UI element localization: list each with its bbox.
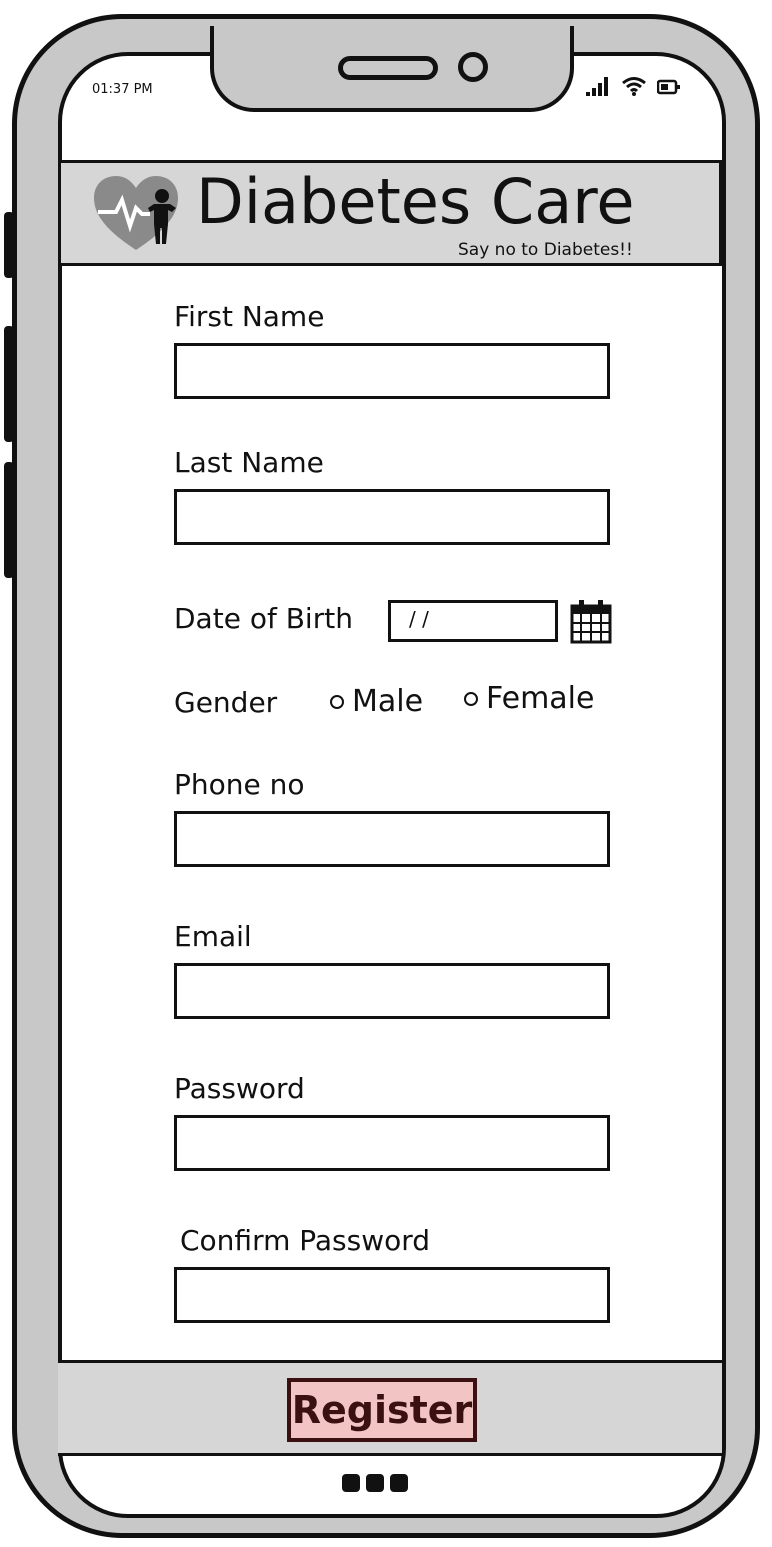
- home-dot: [342, 1474, 360, 1492]
- password-input[interactable]: [174, 1115, 610, 1171]
- wifi-icon: [622, 77, 646, 96]
- first-name-label: First Name: [174, 300, 325, 333]
- dob-label: Date of Birth: [174, 602, 353, 635]
- last-name-input[interactable]: [174, 489, 610, 545]
- radio-circle-icon: [330, 694, 344, 709]
- status-icons: [585, 76, 681, 96]
- dob-input[interactable]: / /: [388, 600, 558, 642]
- password-label: Password: [174, 1072, 305, 1105]
- gender-label: Gender: [174, 686, 278, 719]
- first-name-input[interactable]: [174, 343, 610, 399]
- volume-down-button: [4, 462, 14, 578]
- phone-label: Phone no: [174, 768, 305, 801]
- app-tagline: Say no to Diabetes!!: [458, 240, 633, 260]
- calendar-icon[interactable]: [570, 598, 612, 644]
- email-label: Email: [174, 920, 252, 953]
- side-button: [4, 212, 14, 278]
- signal-icon: [586, 77, 608, 96]
- email-input[interactable]: [174, 963, 610, 1019]
- gender-option-female[interactable]: Female: [464, 681, 594, 716]
- radio-circle-icon: [464, 691, 478, 706]
- speaker: [338, 56, 438, 80]
- volume-up-button: [4, 326, 14, 442]
- home-indicator[interactable]: [342, 1474, 408, 1492]
- gender-option-label: Male: [352, 684, 424, 719]
- battery-icon: [657, 79, 680, 95]
- camera: [458, 52, 488, 82]
- app-title: Diabetes Care: [196, 165, 635, 238]
- heart-pulse-logo-icon: [94, 176, 178, 250]
- home-dot: [390, 1474, 408, 1492]
- confirm-password-input[interactable]: [174, 1267, 610, 1323]
- register-button[interactable]: Register: [287, 1378, 477, 1442]
- gender-option-label: Female: [486, 681, 595, 716]
- home-dot: [366, 1474, 384, 1492]
- phone-input[interactable]: [174, 811, 610, 867]
- gender-option-male[interactable]: Male: [330, 684, 423, 719]
- confirm-password-label: Confirm Password: [180, 1224, 431, 1257]
- status-time: 01:37 PM: [92, 82, 153, 97]
- last-name-label: Last Name: [174, 446, 324, 479]
